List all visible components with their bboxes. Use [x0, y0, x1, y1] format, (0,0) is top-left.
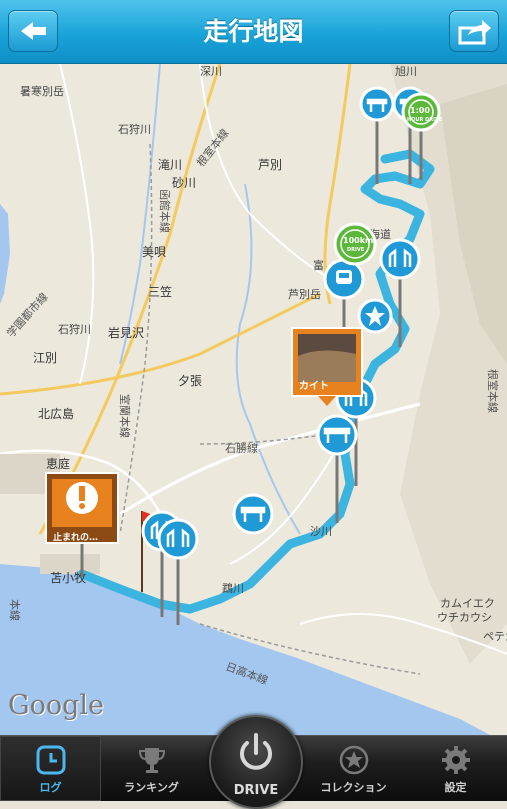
map-label: 恵庭	[46, 457, 71, 471]
checkpoint-pin[interactable]	[155, 517, 201, 627]
page-title: 走行地図	[203, 17, 304, 46]
stop-pin[interactable]	[44, 471, 120, 581]
map-label: 石狩川	[118, 123, 151, 136]
route-map[interactable]: 深川 旭川 暑寒別岳 石狩川 滝川 砂川 芦別 美唄 三笠 芦別岳 岩見沢 石狩…	[0, 64, 507, 735]
drive-button-label: DRIVE	[233, 783, 279, 798]
tab-collection-label: コレクション	[320, 781, 387, 794]
map-label: 岩見沢	[108, 326, 145, 340]
map-label: ウチカウシ	[437, 611, 492, 624]
tab-collection[interactable]: コレクション	[303, 736, 404, 801]
checkpoint-pin[interactable]	[359, 86, 395, 186]
power-icon	[240, 733, 272, 770]
map-label: 暑寒別岳	[20, 85, 64, 98]
map-label: ペテガ	[483, 630, 507, 643]
share-icon	[458, 20, 491, 45]
map-label: 石狩川	[58, 323, 91, 336]
stop-pin-caption: 止まれの…	[53, 533, 99, 543]
photo-pin-caption: カイト	[299, 381, 329, 392]
back-button[interactable]	[8, 10, 58, 52]
back-arrow-icon	[21, 22, 46, 40]
gear-icon	[441, 746, 470, 774]
map-label: 旭川	[395, 65, 417, 78]
trophy-icon	[138, 748, 165, 773]
map-label: カムイエク	[440, 597, 495, 610]
map-label: 江別	[33, 351, 58, 365]
rail-label: 根室本線	[486, 369, 499, 413]
map-label: 夕張	[178, 374, 203, 388]
map-label: 美唄	[142, 245, 167, 259]
map-label: 芦別	[258, 158, 283, 172]
tab-log-label: ログ	[39, 781, 62, 794]
checkpoint-pin[interactable]	[314, 413, 360, 523]
map-label: 三笠	[148, 285, 173, 299]
map-label: 深川	[200, 65, 222, 78]
rail-label: 函館本線	[158, 189, 171, 233]
share-button[interactable]	[449, 10, 499, 52]
rail-label: 石勝線	[225, 442, 258, 455]
km-badge-top: 100km	[343, 236, 374, 245]
map-label: 北広島	[38, 407, 75, 421]
tab-log[interactable]: ログ	[0, 736, 101, 801]
rail-label: 本線	[8, 599, 21, 621]
tab-settings[interactable]: 設定	[404, 736, 507, 801]
checkpoint-pin[interactable]	[231, 492, 275, 552]
tab-ranking-label: ランキング	[124, 781, 179, 794]
clock-icon	[36, 745, 65, 775]
hour-badge-top: 1:00	[410, 106, 430, 115]
rail-label: 室蘭本線	[118, 394, 131, 438]
km-badge-bottom: DRIVE	[347, 247, 365, 253]
map-label: 滝川	[158, 158, 183, 172]
drive-button[interactable]: DRIVE	[209, 715, 303, 809]
photo-pin[interactable]	[290, 326, 364, 408]
header-bar: 走行地図	[0, 0, 507, 64]
map-label: 芦別岳	[288, 288, 321, 301]
google-logo: Google	[8, 690, 104, 721]
tab-ranking[interactable]: ランキング	[101, 736, 202, 801]
map-label: 砂川	[172, 176, 197, 190]
star-badge-icon	[339, 745, 368, 775]
map-label: 鵡川	[222, 582, 244, 595]
tab-settings-label: 設定	[444, 781, 467, 794]
hour-badge-bottom: HOUR DRIVE	[407, 117, 443, 123]
map-label: 沙川	[310, 525, 332, 538]
